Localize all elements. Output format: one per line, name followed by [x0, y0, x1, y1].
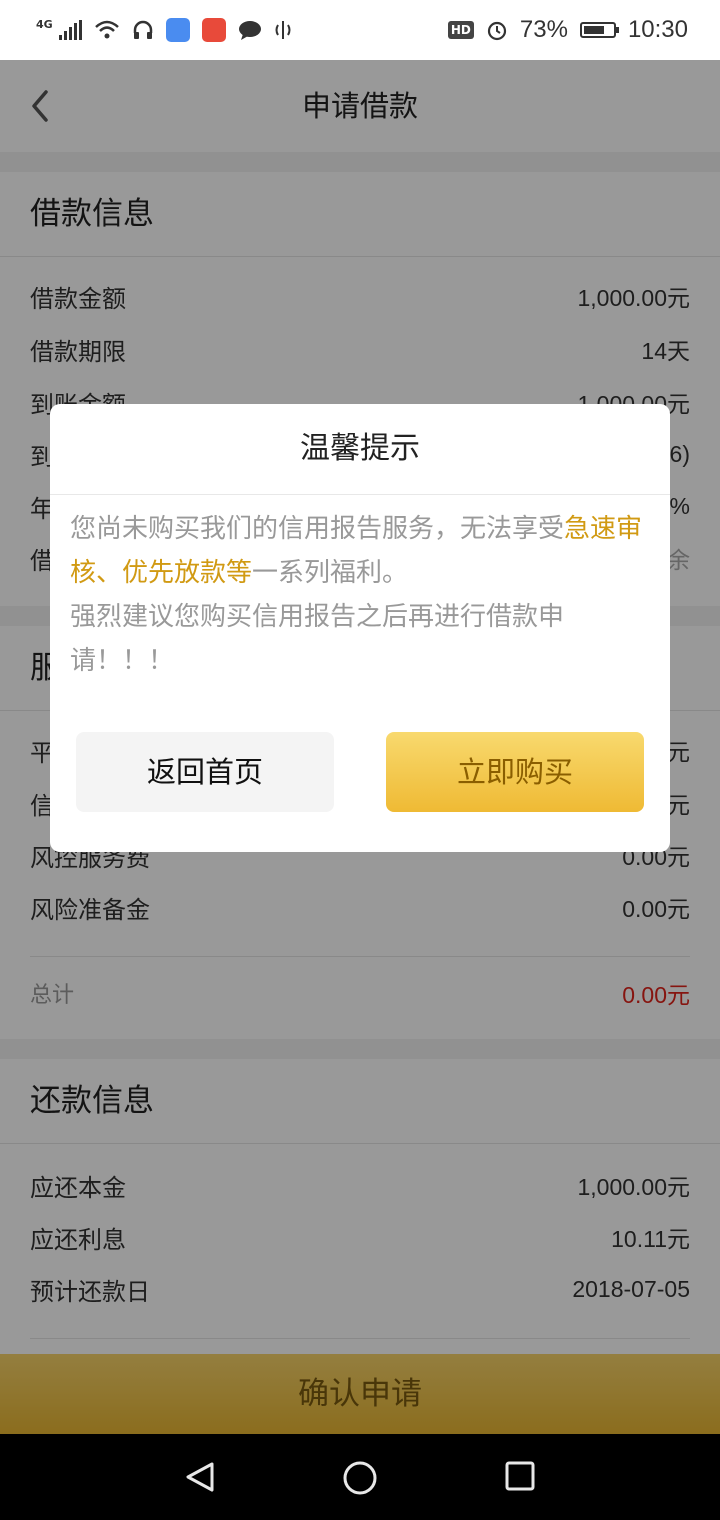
status-right: HD 73% 10:30: [447, 16, 688, 44]
dialog-message: 您尚未购买我们的信用报告服务，无法享受急速审核、优先放款等一系列福利。 强烈建议…: [50, 495, 670, 683]
message-icon: [238, 21, 261, 40]
tip-dialog: 温馨提示 您尚未购买我们的信用报告服务，无法享受急速审核、优先放款等一系列福利。…: [50, 404, 670, 852]
dialog-text-part2: 一系列福利。: [252, 558, 409, 588]
system-nav-bar: [0, 1434, 720, 1520]
back-home-button[interactable]: 返回首页: [76, 732, 334, 812]
dialog-text-part1: 您尚未购买我们的信用报告服务，无法享受: [70, 514, 565, 544]
nfc-icon: [275, 21, 291, 39]
buy-now-button[interactable]: 立即购买: [386, 732, 644, 812]
headset-icon: [133, 20, 152, 39]
battery-icon: [579, 22, 619, 38]
nav-recents-icon[interactable]: [505, 1461, 535, 1491]
alarm-icon: [487, 21, 506, 41]
battery-percent: 73%: [519, 16, 568, 43]
status-left: 4G: [36, 18, 292, 42]
battery-level: [583, 26, 604, 34]
nav-back-icon[interactable]: [184, 1461, 216, 1493]
network-type: 4G: [36, 17, 53, 31]
wifi-icon: [94, 20, 119, 39]
nav-home-icon[interactable]: [343, 1461, 377, 1495]
hd-icon: HD: [447, 21, 474, 39]
clock: 10:30: [627, 16, 688, 43]
app-icon-red: [201, 18, 226, 42]
dialog-text-part3: 强烈建议您购买信用报告之后再进行借款申请！！！: [70, 602, 565, 676]
status-bar: 4G HD 73% 10:30: [0, 0, 720, 60]
app-icon-blue: [165, 18, 190, 42]
signal-icon: [58, 20, 82, 40]
dialog-title: 温馨提示: [50, 404, 670, 495]
